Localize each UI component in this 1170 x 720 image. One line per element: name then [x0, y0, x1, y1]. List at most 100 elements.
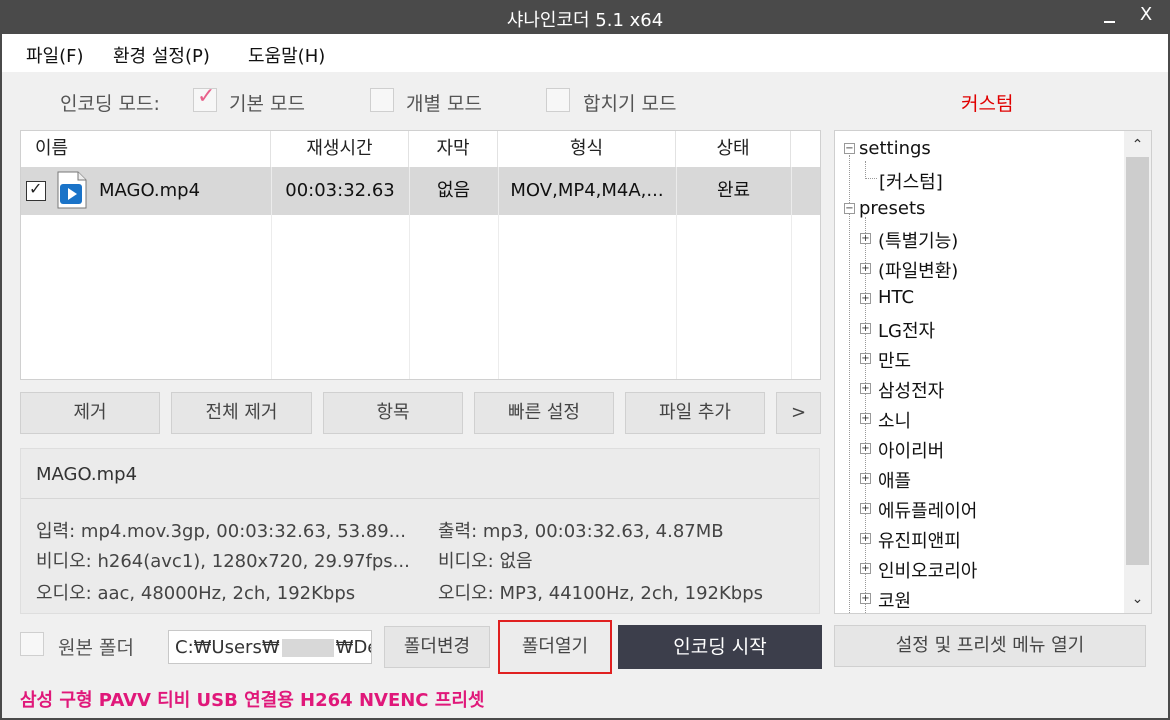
file-format: MOV,MP4,M4A,...: [510, 180, 664, 201]
scroll-up-icon[interactable]: ⌃: [1124, 133, 1151, 157]
expand-icon[interactable]: +: [860, 323, 871, 334]
file-list[interactable]: 이름 재생시간 자막 형식 상태 ✓ MAGO.mp4 00:03:32.63 …: [20, 130, 821, 380]
tree-node-preset[interactable]: LG전자: [878, 317, 935, 343]
title-bar: 샤나인코더 5.1 x64 X: [0, 0, 1170, 34]
expand-icon[interactable]: +: [860, 443, 871, 454]
expand-icon[interactable]: +: [860, 383, 871, 394]
column-divider: [271, 167, 272, 379]
info-header: MAGO.mp4: [21, 449, 819, 499]
file-list-header: 이름 재생시간 자막 형식 상태: [21, 131, 820, 167]
tree-line: [865, 161, 866, 179]
minimize-icon: [1104, 21, 1115, 23]
tree-node-preset[interactable]: 소니: [878, 407, 911, 433]
expand-icon[interactable]: +: [860, 413, 871, 424]
remove-all-button[interactable]: 전체 제거: [171, 392, 312, 434]
column-divider: [791, 167, 792, 379]
preset-tree[interactable]: − settings [커스텀] − presets + (특별기능) + (파…: [834, 130, 1152, 614]
column-divider: [676, 167, 677, 379]
tree-node-preset[interactable]: 아이리버: [878, 437, 944, 463]
input-video-info: 비디오: h264(avc1), 1280x720, 29.97fps...: [36, 551, 410, 572]
check-icon: ✓: [197, 84, 216, 109]
input-audio-info: 오디오: aac, 48000Hz, 2ch, 192Kbps: [36, 583, 356, 604]
tree-node-preset[interactable]: 인비오코리아: [878, 557, 977, 583]
menu-file[interactable]: 파일(F): [26, 42, 84, 68]
expand-icon[interactable]: +: [860, 593, 871, 604]
items-button[interactable]: 항목: [323, 392, 463, 434]
more-button[interactable]: >: [776, 392, 821, 434]
expand-icon[interactable]: +: [860, 503, 871, 514]
source-folder-checkbox[interactable]: [20, 632, 44, 656]
tree-line: [849, 155, 850, 613]
tree-node-settings[interactable]: settings: [859, 138, 931, 159]
tree-node-preset[interactable]: 유진피앤피: [878, 527, 961, 553]
expand-icon[interactable]: +: [860, 353, 871, 364]
tree-node-preset[interactable]: 애플: [878, 467, 911, 493]
expand-icon[interactable]: +: [860, 293, 871, 304]
basic-mode-checkbox[interactable]: ✓: [193, 84, 217, 112]
expand-icon[interactable]: +: [860, 473, 871, 484]
tree-node-preset[interactable]: 에듀플레이어: [878, 497, 977, 523]
encoding-mode-label: 인코딩 모드:: [60, 93, 160, 115]
column-divider: [409, 167, 410, 379]
tree-node-preset[interactable]: HTC: [878, 287, 914, 308]
redacted-username: [281, 639, 334, 657]
merge-mode-label[interactable]: 합치기 모드: [583, 89, 676, 116]
change-folder-button[interactable]: 폴더변경: [384, 626, 490, 668]
input-info: 입력: mp4.mov.3gp, 00:03:32.63, 53.89...: [36, 521, 406, 542]
file-status: 완료: [716, 180, 751, 201]
merge-mode-checkbox[interactable]: [546, 88, 570, 112]
custom-link[interactable]: 커스텀: [961, 89, 1013, 116]
tree-node-preset[interactable]: 삼성전자: [878, 377, 944, 403]
basic-mode-label[interactable]: 기본 모드: [229, 89, 305, 116]
expand-icon[interactable]: +: [860, 533, 871, 544]
individual-mode-label[interactable]: 개별 모드: [406, 89, 482, 116]
output-path-input[interactable]: C:₩Users₩ ₩Des: [168, 630, 372, 664]
tree-node-presets[interactable]: presets: [859, 198, 925, 219]
collapse-icon[interactable]: −: [844, 143, 855, 154]
column-header-duration[interactable]: 재생시간: [271, 131, 409, 167]
expand-icon[interactable]: +: [860, 263, 871, 274]
tree-scrollbar[interactable]: ⌃ ⌄: [1124, 131, 1151, 613]
tree-node-preset[interactable]: 만도: [878, 347, 911, 373]
open-folder-button[interactable]: 폴더열기: [498, 620, 612, 674]
expand-icon[interactable]: +: [860, 563, 871, 574]
menu-help[interactable]: 도움말(H): [248, 42, 325, 68]
tree-node-preset[interactable]: (파일변환): [878, 257, 958, 283]
open-settings-menu-button[interactable]: 설정 및 프리셋 메뉴 열기: [834, 625, 1146, 667]
individual-mode-checkbox[interactable]: [370, 88, 394, 112]
path-prefix: C:₩Users₩: [175, 637, 280, 658]
scroll-down-icon[interactable]: ⌄: [1124, 587, 1151, 611]
tree-line: [865, 178, 877, 179]
menu-settings[interactable]: 환경 설정(P): [113, 42, 210, 68]
menu-bar: 파일(F) 환경 설정(P) 도움말(H): [2, 34, 1168, 72]
start-encoding-button[interactable]: 인코딩 시작: [618, 625, 822, 669]
remove-button[interactable]: 제거: [20, 392, 160, 434]
preset-status-text: 삼성 구형 PAVV 티비 USB 연결용 H264 NVENC 프리셋: [20, 690, 485, 711]
table-row[interactable]: ✓ MAGO.mp4 00:03:32.63 없음 MOV,MP4,M4A,..…: [21, 167, 820, 215]
close-button[interactable]: X: [1134, 4, 1158, 30]
file-info-panel: MAGO.mp4 입력: mp4.mov.3gp, 00:03:32.63, 5…: [20, 448, 820, 614]
tree-node-preset[interactable]: 코원: [878, 587, 911, 613]
quick-settings-button[interactable]: 빠른 설정: [474, 392, 614, 434]
column-header-name[interactable]: 이름: [21, 131, 271, 167]
tree-node-custom[interactable]: [커스텀]: [879, 168, 943, 194]
column-header-format[interactable]: 형식: [498, 131, 676, 167]
output-audio-info: 오디오: MP3, 44100Hz, 2ch, 192Kbps: [438, 583, 764, 604]
file-name: MAGO.mp4: [99, 180, 201, 201]
source-folder-label[interactable]: 원본 폴더: [58, 633, 134, 660]
file-subtitle: 없음: [436, 180, 471, 201]
output-info: 출력: mp3, 00:03:32.63, 4.87MB: [438, 521, 724, 542]
file-duration: 00:03:32.63: [285, 180, 395, 201]
column-header-subtitle[interactable]: 자막: [409, 131, 498, 167]
tree-node-preset[interactable]: (특별기능): [878, 227, 958, 253]
column-header-status[interactable]: 상태: [676, 131, 791, 167]
scrollbar-thumb[interactable]: [1126, 157, 1149, 565]
info-filename: MAGO.mp4: [36, 464, 138, 485]
path-suffix: ₩Des: [335, 637, 371, 658]
add-file-button[interactable]: 파일 추가: [625, 392, 765, 434]
minimize-button[interactable]: [1098, 0, 1124, 34]
expand-icon[interactable]: +: [860, 233, 871, 244]
output-video-info: 비디오: 없음: [438, 551, 533, 572]
collapse-icon[interactable]: −: [844, 203, 855, 214]
row-checkbox[interactable]: ✓: [26, 179, 46, 201]
